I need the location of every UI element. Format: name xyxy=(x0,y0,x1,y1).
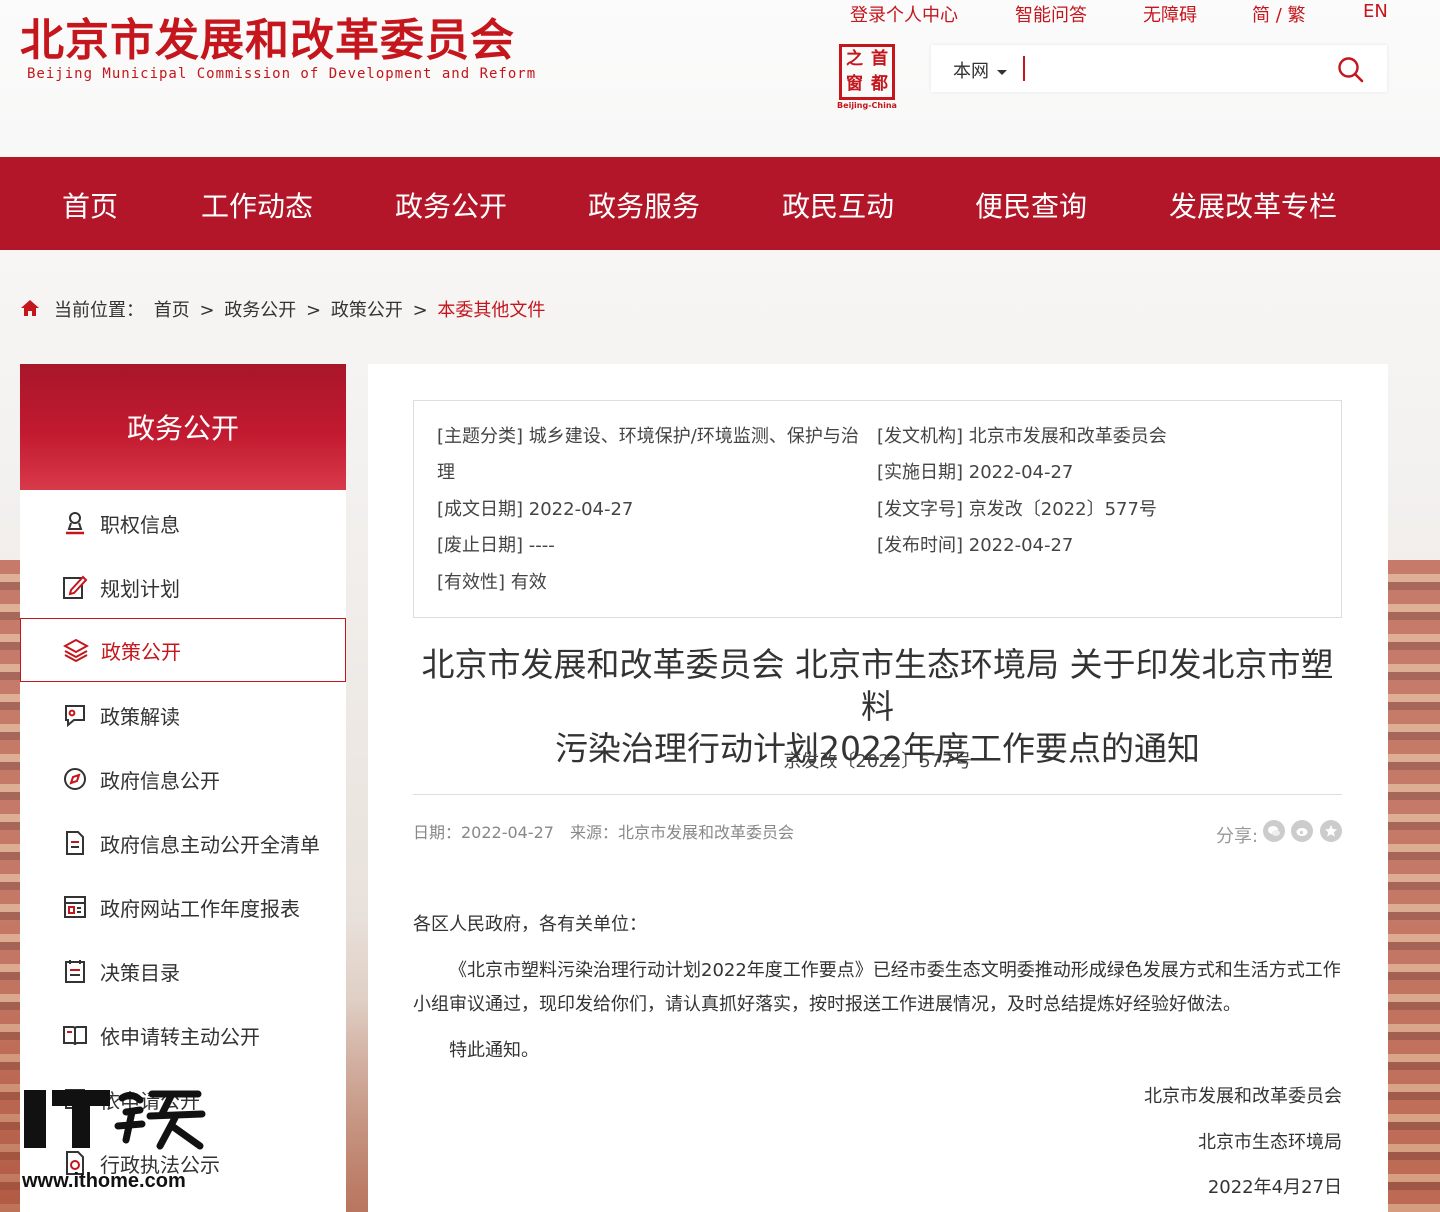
english-link[interactable]: EN xyxy=(1363,1,1388,22)
breadcrumb-gov-affairs[interactable]: 政务公开 xyxy=(224,300,296,321)
search-scope-dropdown[interactable]: 本网 xyxy=(953,57,1007,83)
sidebar-item-policy-interpretation[interactable]: 政策解读 xyxy=(20,684,346,748)
meta-abolish-date: [废止日期] ---- xyxy=(437,535,555,556)
document-metadata-box: [主题分类] 城乡建设、环境保护/环境监测、保护与治 理 [发文机构] 北京市发… xyxy=(413,400,1342,618)
weibo-icon[interactable] xyxy=(1291,820,1313,842)
meta-issuer: [发文机构] 北京市发展和改革委员会 xyxy=(877,426,1167,447)
breadcrumb-separator: > xyxy=(306,300,322,321)
sidebar-item-label: 政府网站工作年度报表 xyxy=(100,897,300,921)
site-logo-cn[interactable]: 北京市发展和改革委员会 xyxy=(20,4,515,68)
text-cursor xyxy=(1023,56,1025,81)
sidebar-item-annual-report[interactable]: 政府网站工作年度报表 xyxy=(20,876,346,940)
sidebar-title: 政务公开 xyxy=(20,364,346,490)
sidebar-item-policy-public[interactable]: 政策公开 xyxy=(20,618,346,682)
breadcrumb-label: 当前位置： xyxy=(54,300,144,321)
seal-char: 之 xyxy=(846,49,863,69)
user-stamp-icon xyxy=(66,512,84,535)
smart-qa-link[interactable]: 智能问答 xyxy=(1015,1,1087,27)
meta-publish-time: [发布时间] 2022-04-27 xyxy=(877,535,1074,556)
sidebar-item-label: 政府信息主动公开全清单 xyxy=(100,833,320,857)
capital-window-seal[interactable]: 之 首 窗 都 Beijing-China xyxy=(836,44,898,110)
document-closing: 特此通知。 xyxy=(449,1040,539,1061)
site-header: 北京市发展和改革委员会 Beijing Municipal Commission… xyxy=(0,0,1440,157)
sidebar-item-label: 规划计划 xyxy=(100,577,180,601)
book-icon xyxy=(63,1026,87,1046)
breadcrumb-current[interactable]: 本委其他文件 xyxy=(437,300,545,321)
edit-document-icon xyxy=(63,575,88,599)
meta-topic: [主题分类] 城乡建设、环境保护/环境监测、保护与治 xyxy=(437,426,859,447)
meta-doc-number: [发文字号] 京发改〔2022〕577号 xyxy=(877,499,1157,520)
calendar-list-icon xyxy=(65,960,85,983)
signer-ndrc: 北京市发展和改革委员会 xyxy=(1144,1086,1342,1107)
watermark-url: www.ithome.com xyxy=(22,1170,186,1192)
sidebar-item-apply-to-active[interactable]: 依申请转主动公开 xyxy=(20,1004,346,1068)
nav-gov-affairs-public[interactable]: 政务公开 xyxy=(395,185,507,225)
meta-written-date: [成文日期] 2022-04-27 xyxy=(437,499,634,520)
sidebar-item-full-list[interactable]: 政府信息主动公开全清单 xyxy=(20,812,346,876)
meta-topic-continued: 理 xyxy=(437,462,455,483)
chat-icon xyxy=(65,705,85,728)
sidebar-item-label: 政策公开 xyxy=(101,640,181,664)
breadcrumb-separator: > xyxy=(199,300,215,321)
sidebar-item-gov-info-public[interactable]: 政府信息公开 xyxy=(20,748,346,812)
breadcrumb-home[interactable]: 首页 xyxy=(154,300,190,321)
meta-validity: [有效性] 有效 xyxy=(437,572,547,593)
document-paragraph: 《北京市塑料污染治理行动计划2022年度工作要点》已经市委生态文明委推动形成绿色… xyxy=(413,960,1341,1015)
document-icon xyxy=(66,831,84,855)
seal-box: 之 首 窗 都 xyxy=(839,44,895,100)
search-box: 本网 xyxy=(931,45,1387,92)
wechat-icon[interactable] xyxy=(1263,820,1285,842)
sidebar-item-label: 依申请转主动公开 xyxy=(100,1025,260,1049)
sidebar-item-authority-info[interactable]: 职权信息 xyxy=(20,492,346,556)
seal-caption: Beijing-China xyxy=(837,101,897,110)
sidebar-item-planning[interactable]: 规划计划 xyxy=(20,556,346,620)
nav-convenience-query[interactable]: 便民查询 xyxy=(975,185,1087,225)
document-date-source: 日期：2022-04-27 来源：北京市发展和改革委员会 xyxy=(413,823,794,842)
background-decoration-right xyxy=(1388,560,1440,1212)
divider xyxy=(413,794,1342,795)
nav-reform-column[interactable]: 发展改革专栏 xyxy=(1169,185,1337,225)
simplified-traditional-link[interactable]: 简 / 繁 xyxy=(1252,1,1306,27)
search-icon[interactable] xyxy=(1336,55,1366,85)
search-input[interactable] xyxy=(1029,51,1319,85)
nav-gov-services[interactable]: 政务服务 xyxy=(588,185,700,225)
breadcrumb-separator: > xyxy=(412,300,428,321)
report-icon xyxy=(64,896,86,918)
nav-home[interactable]: 首页 xyxy=(62,185,118,225)
breadcrumb-policy[interactable]: 政策公开 xyxy=(331,300,403,321)
document-salutation: 各区人民政府，各有关单位： xyxy=(413,914,647,935)
accessibility-link[interactable]: 无障碍 xyxy=(1143,1,1197,27)
meta-effective-date: [实施日期] 2022-04-27 xyxy=(877,462,1074,483)
signer-ecology-bureau: 北京市生态环境局 xyxy=(1198,1132,1342,1153)
chevron-down-icon xyxy=(997,69,1007,75)
site-logo-en: Beijing Municipal Commission of Developm… xyxy=(27,66,537,82)
sidebar-item-decision-catalog[interactable]: 决策目录 xyxy=(20,940,346,1004)
login-link[interactable]: 登录个人中心 xyxy=(850,1,958,27)
content-panel: [主题分类] 城乡建设、环境保护/环境监测、保护与治 理 [发文机构] 北京市发… xyxy=(368,364,1388,1212)
sidebar: 政务公开 职权信息 规划计划 政策公开 政策解读 政府信息公开 政府信息主动公开… xyxy=(20,364,346,1212)
layers-icon xyxy=(63,638,89,663)
seal-char: 窗 xyxy=(846,74,863,94)
nav-interaction[interactable]: 政民互动 xyxy=(782,185,894,225)
sidebar-item-label: 决策目录 xyxy=(100,961,180,985)
document-title-line1: 北京市发展和改革委员会 北京市生态环境局 关于印发北京市塑料 xyxy=(421,645,1334,726)
sign-date: 2022年4月27日 xyxy=(1207,1177,1342,1198)
breadcrumb-trail: 当前位置： 首页 > 政务公开 > 政策公开 > 本委其他文件 xyxy=(54,296,549,322)
seal-char: 都 xyxy=(871,74,888,94)
sidebar-item-label: 政策解读 xyxy=(100,705,180,729)
home-icon xyxy=(21,300,39,316)
document-number: 京发改〔2022〕577号 xyxy=(783,751,972,772)
nav-work-news[interactable]: 工作动态 xyxy=(201,185,313,225)
sidebar-item-label: 职权信息 xyxy=(100,513,180,537)
compass-icon xyxy=(64,768,86,790)
favorite-icon[interactable] xyxy=(1320,820,1342,842)
seal-char: 首 xyxy=(871,49,888,69)
sidebar-item-label: 政府信息公开 xyxy=(100,769,220,793)
share-label: 分享: xyxy=(1216,826,1259,847)
search-scope-label: 本网 xyxy=(953,61,989,82)
main-nav: 首页 工作动态 政务公开 政务服务 政民互动 便民查询 发展改革专栏 xyxy=(0,157,1440,250)
